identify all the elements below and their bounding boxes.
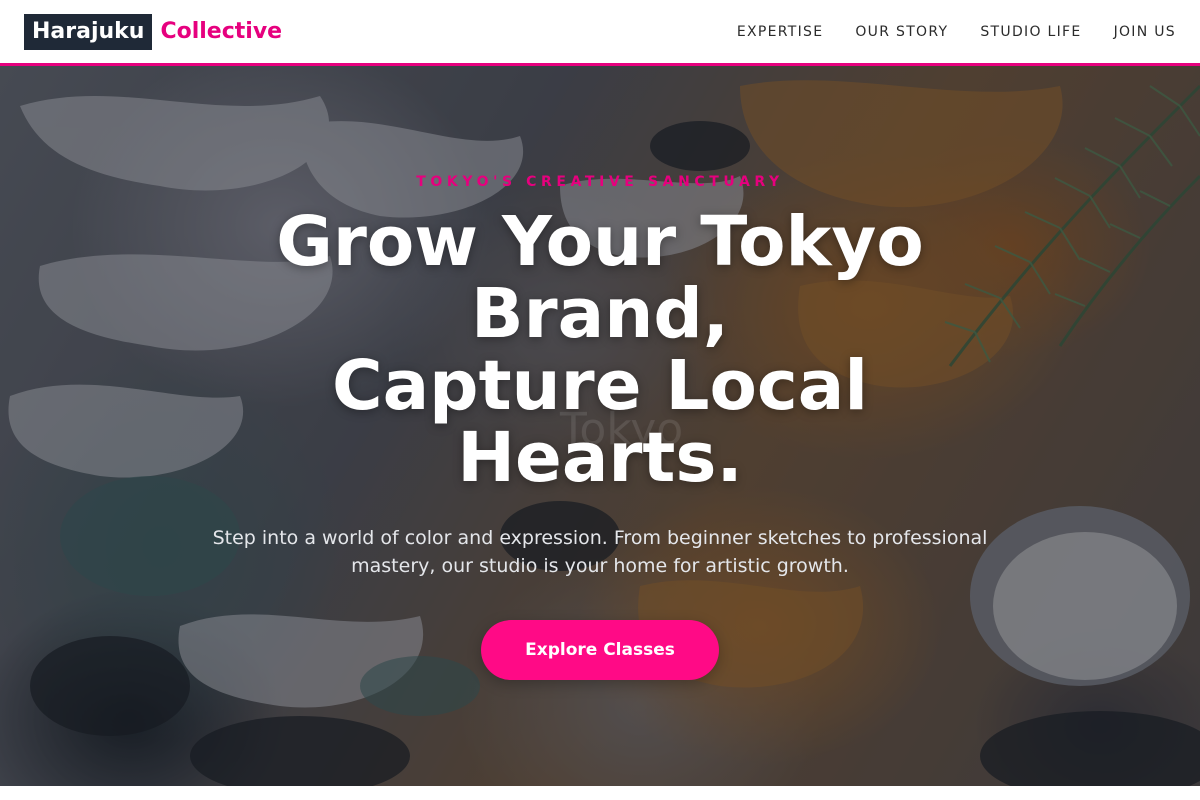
hero-subtext: Step into a world of color and expressio…: [212, 527, 988, 577]
headline-line-1: Grow Your Tokyo: [276, 202, 924, 282]
headline-line-4: Hearts.: [457, 418, 743, 498]
logo-wordmark-dark: Harajuku: [24, 13, 153, 50]
headline-line-2: Brand,: [471, 274, 729, 354]
hero-section: Tokyo TOKYO'S CREATIVE SANCTUARY Grow Yo…: [0, 66, 1200, 786]
nav-link-join-us[interactable]: JOIN US: [1114, 22, 1176, 42]
hero-headline: Grow Your Tokyo Brand, Capture Local Hea…: [200, 206, 1000, 494]
nav-link-studio-life[interactable]: STUDIO LIFE: [980, 22, 1081, 42]
headline-line-3: Capture Local: [331, 346, 869, 426]
main-nav: EXPERTISE OUR STORY STUDIO LIFE JOIN US: [737, 22, 1176, 42]
site-header: Harajuku Collective EXPERTISE OUR STORY …: [0, 0, 1200, 66]
nav-link-our-story[interactable]: OUR STORY: [855, 22, 948, 42]
logo-wordmark-accent: Collective: [160, 18, 283, 44]
hero-content: TOKYO'S CREATIVE SANCTUARY Grow Your Tok…: [0, 66, 1200, 786]
explore-classes-button[interactable]: Explore Classes: [481, 620, 719, 680]
nav-link-expertise[interactable]: EXPERTISE: [737, 22, 824, 42]
brand-logo[interactable]: Harajuku Collective: [24, 13, 283, 50]
hero-eyebrow: TOKYO'S CREATIVE SANCTUARY: [416, 174, 784, 190]
